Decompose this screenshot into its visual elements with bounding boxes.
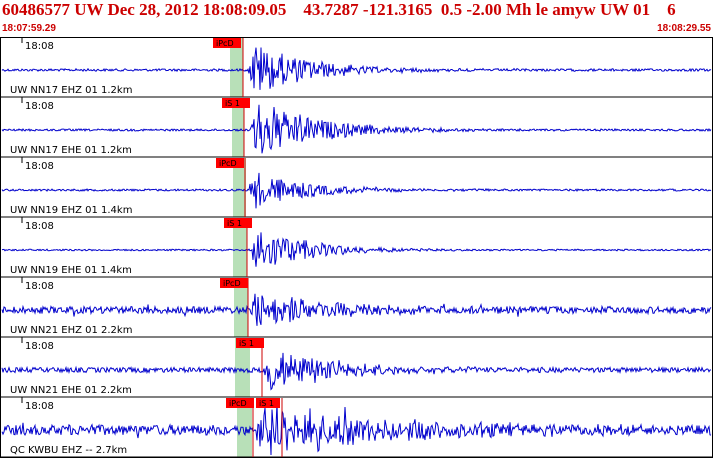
pick-label: iPcD [223,279,241,288]
event-title: 60486577 UW Dec 28, 2012 18:08:09.05 43.… [2,0,676,19]
trace-panel[interactable]: iPcD 18:08 UW NN17 EHZ 01 1.2km [0,37,713,98]
trace-panel[interactable]: iS 1 18:08 UW NN19 EHE 01 1.4km [0,217,713,278]
event-header: 60486577 UW Dec 28, 2012 18:08:09.05 43.… [0,0,713,36]
station-label: QC KWBU EHZ -- 2.7km [10,445,127,456]
waveform-trace [1,293,712,326]
station-label: UW NN17 EHZ 01 1.2km [10,85,132,96]
pick-label: iPcD [219,159,237,168]
waveform-trace [1,172,712,209]
trace-panel[interactable]: iPcD 18:08 UW NN19 EHZ 01 1.4km [0,157,713,218]
waveform-trace [1,352,712,391]
trace-panel[interactable]: iS 1 18:08 UW NN17 EHE 01 1.2km [0,97,713,158]
station-label: UW NN21 EHZ 01 2.2km [10,325,132,336]
time-tick-label: 18:08 [25,401,54,412]
pick-label: iPcD [229,399,247,408]
trace-panel[interactable]: iPcD iS 1 18:08 QC KWBU EHZ -- 2.7km [0,397,713,458]
window-start-time: 18:07:59.29 [2,23,56,34]
waveform-trace [1,232,712,267]
pick-label: iS 1 [239,339,254,348]
waveform-trace [1,47,712,90]
time-tick-label: 18:08 [25,161,54,172]
time-tick-label: 18:08 [25,341,54,352]
seismogram-panel[interactable]: iPcD 18:08 UW NN17 EHZ 01 1.2km iS 1 18:08 UW… [0,37,713,458]
station-label: UW NN19 EHE 01 1.4km [10,265,132,276]
pick-label-secondary: iS 1 [259,399,274,408]
time-tick-label: 18:08 [25,221,54,232]
seismogram-canvas[interactable]: iPcD 18:08 UW NN17 EHZ 01 1.2km iS 1 18:08 UW… [0,37,713,458]
pick-label: iPcD [216,39,234,48]
trace-panel[interactable]: iPcD 18:08 UW NN21 EHZ 01 2.2km [0,277,713,338]
pick-label: iS 1 [225,99,240,108]
station-label: UW NN19 EHZ 01 1.4km [10,205,132,216]
pick-label: iS 1 [227,219,242,228]
time-tick-label: 18:08 [25,281,54,292]
window-end-time: 18:08:29.55 [657,23,711,34]
station-label: UW NN21 EHE 01 2.2km [10,385,132,396]
trace-panel[interactable]: iS 1 18:08 UW NN21 EHE 01 2.2km [0,337,713,398]
time-tick-label: 18:08 [25,101,54,112]
time-tick-label: 18:08 [25,41,54,52]
station-label: UW NN17 EHE 01 1.2km [10,145,132,156]
